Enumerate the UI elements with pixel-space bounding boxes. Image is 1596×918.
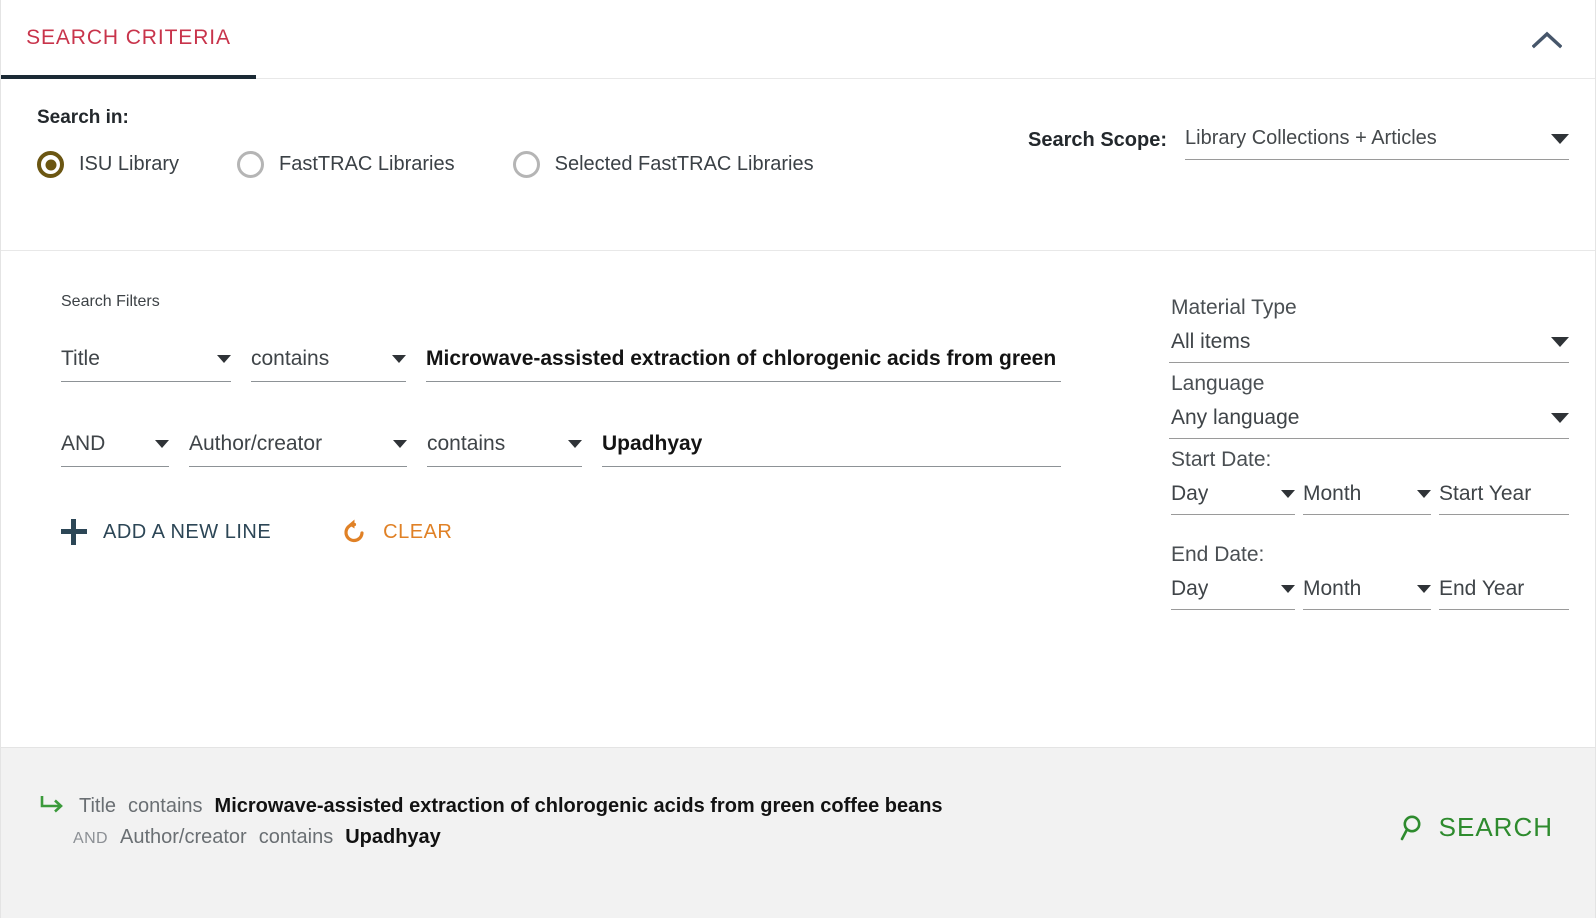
collapse-panel-button[interactable]: [1525, 20, 1569, 60]
summary-operator-2: contains: [258, 826, 334, 848]
summary-value-1: Microwave-assisted extraction of chlorog…: [214, 795, 943, 817]
add-a-new-line-button[interactable]: ADD A NEW LINE: [61, 519, 271, 545]
filter-field-dropdown-1[interactable]: Title: [61, 347, 231, 382]
summary-field-2: Author/creator: [119, 826, 247, 848]
start-month-dropdown[interactable]: Month: [1303, 482, 1431, 515]
start-year-input[interactable]: Start Year: [1439, 482, 1569, 515]
radio-button-icon: [512, 151, 540, 178]
refine-column: Material Type All items Language Any lan…: [1169, 287, 1569, 610]
filter-row: Title contains Microwave-assisted extrac…: [61, 347, 1061, 382]
radio-button-icon: [237, 151, 265, 178]
reset-icon: [344, 519, 364, 543]
search-scope-label: Search Scope:: [1028, 129, 1167, 151]
search-in-label: Search in:: [37, 107, 129, 128]
search-scope-group: Search Scope: Library Collections + Arti…: [1028, 127, 1569, 160]
chevron-up-icon: [1532, 31, 1562, 49]
arrow-return-icon: [40, 796, 63, 813]
chevron-down-icon: [217, 355, 231, 363]
start-year-placeholder: Start Year: [1439, 482, 1532, 505]
filter-term-value-1: Microwave-assisted extraction of chlorog…: [426, 347, 1057, 370]
summary-boolean-2: AND: [73, 830, 108, 847]
summary-value-2: Upadhyay: [345, 826, 441, 848]
filter-operator-dropdown-1[interactable]: contains: [251, 347, 406, 382]
start-month-value: Month: [1303, 482, 1362, 505]
search-button[interactable]: SEARCH: [1399, 812, 1553, 843]
query-summary-line-1: Title contains Microwave-assisted extrac…: [39, 790, 943, 818]
panel-header: SEARCH CRITERIA: [1, 0, 1595, 79]
start-date-label: Start Date:: [1171, 448, 1272, 471]
start-day-value: Day: [1171, 482, 1209, 505]
filter-operator-dropdown-2[interactable]: contains: [427, 432, 582, 467]
query-summary: Title contains Microwave-assisted extrac…: [39, 790, 943, 857]
end-month-dropdown[interactable]: Month: [1303, 577, 1431, 610]
chevron-down-icon: [1551, 413, 1569, 423]
filter-field-value-1: Title: [61, 347, 100, 370]
filter-actions: ADD A NEW LINE CLEAR: [61, 517, 1061, 547]
radio-button-icon: [37, 151, 64, 178]
material-type-dropdown[interactable]: All items: [1169, 330, 1569, 363]
filter-field-dropdown-2[interactable]: Author/creator: [189, 432, 407, 467]
filter-boolean-dropdown-2[interactable]: AND: [61, 432, 169, 467]
end-year-input[interactable]: End Year: [1439, 577, 1569, 610]
summary-operator-1: contains: [128, 795, 203, 817]
language-label: Language: [1171, 372, 1265, 395]
summary-field-1: Title: [79, 795, 117, 817]
material-type-label: Material Type: [1171, 296, 1297, 319]
language-dropdown[interactable]: Any language: [1169, 406, 1569, 439]
chevron-down-icon: [1281, 585, 1295, 593]
filter-field-value-2: Author/creator: [189, 432, 323, 455]
radio-isu-library-label: ISU Library: [79, 153, 180, 175]
start-day-dropdown[interactable]: Day: [1171, 482, 1295, 515]
filter-operator-value-2: contains: [427, 432, 506, 455]
search-body: Search Filters Title contains Microwave-…: [1, 251, 1595, 748]
tab-search-criteria[interactable]: SEARCH CRITERIA: [1, 0, 256, 79]
search-filters-heading: Search Filters: [61, 293, 160, 310]
chevron-down-icon: [393, 440, 407, 448]
radio-isu-library[interactable]: ISU Library: [37, 151, 179, 178]
add-a-new-line-label: ADD A NEW LINE: [103, 520, 272, 543]
chevron-down-icon: [1551, 133, 1569, 144]
end-day-value: Day: [1171, 577, 1209, 600]
search-filters-column: Search Filters Title contains Microwave-…: [61, 293, 1061, 547]
start-date-row: Day Month Start Year: [1169, 482, 1569, 515]
chevron-down-icon: [1417, 490, 1431, 498]
end-month-value: Month: [1303, 577, 1362, 600]
chevron-down-icon: [568, 440, 582, 448]
end-day-dropdown[interactable]: Day: [1171, 577, 1295, 610]
clear-button[interactable]: CLEAR: [339, 517, 452, 547]
end-date-label: End Date:: [1171, 543, 1265, 566]
filter-term-input-1[interactable]: Microwave-assisted extraction of chlorog…: [426, 347, 1061, 382]
end-date-row: Day Month End Year: [1169, 577, 1569, 610]
material-type-value: All items: [1171, 330, 1251, 353]
chevron-down-icon: [392, 355, 406, 363]
filter-row: AND Author/creator contains Upadhyay: [61, 432, 1061, 467]
query-summary-line-2: AND Author/creator contains Upadhyay: [39, 826, 943, 849]
radio-fasttrac-libraries[interactable]: FastTRAC Libraries: [237, 151, 455, 178]
filter-term-value-2: Upadhyay: [602, 432, 703, 455]
plus-icon: [61, 519, 87, 545]
chevron-down-icon: [1281, 490, 1295, 498]
search-button-label: SEARCH: [1438, 812, 1553, 842]
radio-selected-fasttrac-libraries-label: Selected FastTRAC Libraries: [554, 153, 814, 175]
search-scope-dropdown[interactable]: Library Collections + Articles: [1185, 127, 1569, 160]
filter-boolean-value-2: AND: [61, 432, 106, 455]
chevron-down-icon: [1417, 585, 1431, 593]
chevron-down-icon: [1551, 337, 1569, 347]
search-in-section: Search in: ISU Library FastTRAC Librarie…: [1, 79, 1595, 251]
chevron-down-icon: [155, 440, 169, 448]
filter-operator-value-1: contains: [251, 347, 330, 370]
search-icon: [1400, 815, 1421, 840]
advanced-search-panel: SEARCH CRITERIA Search in: ISU Library F…: [0, 0, 1596, 918]
filter-term-input-2[interactable]: Upadhyay: [602, 432, 1061, 467]
search-scope-value: Library Collections + Articles: [1185, 127, 1437, 149]
language-value: Any language: [1171, 406, 1300, 429]
radio-fasttrac-libraries-label: FastTRAC Libraries: [279, 153, 455, 175]
search-summary-bar: Title contains Microwave-assisted extrac…: [1, 748, 1595, 918]
clear-label: CLEAR: [383, 520, 453, 543]
radio-selected-fasttrac-libraries[interactable]: Selected FastTRAC Libraries: [512, 151, 814, 178]
tab-search-criteria-label: SEARCH CRITERIA: [26, 25, 231, 49]
end-year-placeholder: End Year: [1439, 577, 1525, 600]
